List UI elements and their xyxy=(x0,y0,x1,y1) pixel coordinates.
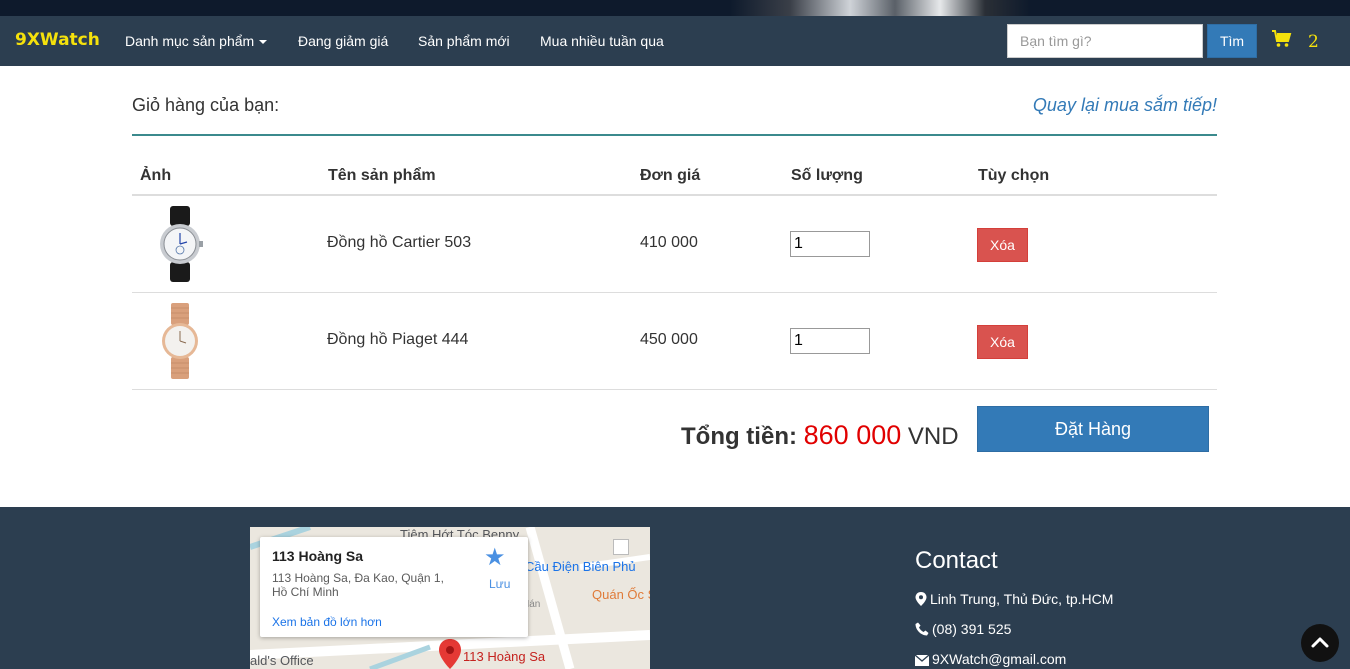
column-header-image: Ảnh xyxy=(140,167,172,184)
map-label: Quán Ốc S xyxy=(592,587,650,602)
cart-count-badge[interactable]: 2 xyxy=(1308,32,1319,52)
star-icon[interactable]: ★ xyxy=(484,543,506,572)
larger-map-link[interactable]: Xem bản đồ lớn hơn xyxy=(272,615,382,629)
quantity-input[interactable] xyxy=(790,328,870,354)
map-label: ald's Office xyxy=(250,653,314,668)
delete-button[interactable]: Xóa xyxy=(977,325,1028,359)
delete-button[interactable]: Xóa xyxy=(977,228,1028,262)
search-button[interactable]: Tìm xyxy=(1207,24,1257,58)
map-fullscreen-toggle[interactable] xyxy=(613,539,629,555)
contact-email-text: 9XWatch@gmail.com xyxy=(932,651,1067,667)
phone-icon xyxy=(915,622,929,636)
nav-item-new-products[interactable]: Sản phẩm mới xyxy=(418,33,510,49)
quantity-input[interactable] xyxy=(790,231,870,257)
cart-table: Ảnh Tên sản phẩm Đơn giá Số lượng Tùy ch… xyxy=(132,155,1217,390)
map-label: Cầu Điện Biên Phủ xyxy=(525,559,636,574)
table-row: Đồng hồ Piaget 444 450 000 Xóa xyxy=(132,293,1217,390)
product-price: 450 000 xyxy=(640,331,698,348)
nav-item-label: Danh mục sản phẩm xyxy=(125,33,255,49)
nav-item-on-sale[interactable]: Đang giảm giá xyxy=(298,33,388,49)
continue-shopping-link[interactable]: Quay lại mua sắm tiếp! xyxy=(1033,95,1217,116)
scroll-to-top-button[interactable] xyxy=(1301,624,1339,662)
nav-item-categories[interactable]: Danh mục sản phẩm xyxy=(125,33,268,49)
envelope-icon xyxy=(914,654,930,666)
map-place-address: 113 Hoàng Sa, Đa Kao, Quận 1, Hồ Chí Min… xyxy=(272,571,444,599)
order-total: Tổng tiền: 860 000 VND xyxy=(681,420,959,451)
footer: Tiệm Hớt Tóc Benny Cầu Điện Biên Phủ Quá… xyxy=(0,507,1350,669)
map-marker-icon xyxy=(915,592,927,606)
column-header-options: Tùy chọn xyxy=(978,167,1050,184)
cart-title: Giỏ hàng của bạn: xyxy=(132,95,280,115)
save-label[interactable]: Lưu xyxy=(489,577,510,591)
chevron-up-icon xyxy=(1311,637,1329,648)
product-image-cartier xyxy=(160,206,203,282)
map-place-title: 113 Hoàng Sa xyxy=(272,548,364,564)
caret-down-icon xyxy=(259,40,268,45)
contact-address-text: Linh Trung, Thủ Đức, tp.HCM xyxy=(930,591,1114,607)
top-banner xyxy=(0,0,1350,16)
navbar: 9XWatch Danh mục sản phẩm Đang giảm giá … xyxy=(0,16,1350,66)
table-row: Đồng hồ Cartier 503 410 000 Xóa xyxy=(132,196,1217,293)
contact-title: Contact xyxy=(915,547,998,574)
nav-item-best-sellers[interactable]: Mua nhiều tuần qua xyxy=(540,33,664,49)
divider xyxy=(132,134,1217,136)
contact-email: 9XWatch@gmail.com xyxy=(914,651,1067,667)
brand-logo[interactable]: 9XWatch xyxy=(15,30,100,50)
product-name[interactable]: Đồng hồ Cartier 503 xyxy=(327,234,471,252)
map-label: 113 Hoàng Sa xyxy=(463,649,546,664)
column-header-quantity: Số lượng xyxy=(791,167,863,184)
embedded-map[interactable]: Tiệm Hớt Tóc Benny Cầu Điện Biên Phủ Quá… xyxy=(250,527,650,669)
map-pin-icon[interactable] xyxy=(438,639,462,669)
search-input[interactable] xyxy=(1007,24,1203,58)
product-price: 410 000 xyxy=(640,234,698,251)
map-info-card: 113 Hoàng Sa 113 Hoàng Sa, Đa Kao, Quận … xyxy=(260,537,528,637)
place-order-button[interactable]: Đặt Hàng xyxy=(977,406,1209,452)
total-currency: VND xyxy=(907,423,959,450)
shopping-cart-icon[interactable] xyxy=(1272,30,1292,48)
total-amount: 860 000 xyxy=(803,420,902,450)
column-header-name: Tên sản phẩm xyxy=(328,167,436,184)
contact-phone-text: (08) 391 525 xyxy=(932,621,1012,637)
contact-address: Linh Trung, Thủ Đức, tp.HCM xyxy=(915,591,1113,607)
column-header-price: Đơn giá xyxy=(640,167,701,184)
product-image-piaget xyxy=(162,303,198,379)
total-label: Tổng tiền: xyxy=(681,423,797,450)
table-header: Ảnh Tên sản phẩm Đơn giá Số lượng Tùy ch… xyxy=(132,155,1217,196)
product-name[interactable]: Đồng hồ Piaget 444 xyxy=(327,331,468,349)
contact-phone: (08) 391 525 xyxy=(915,621,1011,637)
